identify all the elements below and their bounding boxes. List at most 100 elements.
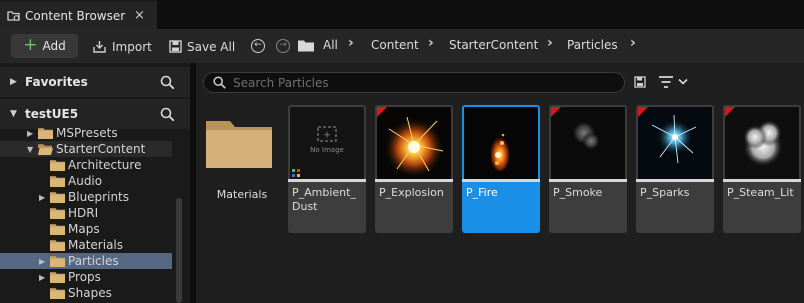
search-icon	[213, 76, 226, 89]
folder-icon	[50, 287, 65, 299]
marker-icon	[725, 107, 735, 117]
folder-icon	[50, 175, 65, 187]
breadcrumb-content[interactable]: Content	[371, 38, 419, 52]
tree-item-label: StarterContent	[56, 142, 146, 156]
tree-item[interactable]: ▶ MSPresets	[0, 125, 172, 141]
tree-scrollbar[interactable]	[176, 198, 182, 303]
asset-tile[interactable]: P_Explosion	[375, 105, 453, 233]
folder-icon	[50, 239, 65, 251]
tree-item[interactable]: Architecture	[0, 157, 172, 173]
tree-item[interactable]: Maps	[0, 221, 172, 237]
tree-item[interactable]: HDRI	[0, 205, 172, 221]
import-button[interactable]: Import	[92, 38, 152, 55]
asset-label: P_Ambient_ Dust	[292, 186, 356, 213]
chevron-right-icon[interactable]: ›	[630, 35, 636, 51]
expand-arrow-icon[interactable]: ▶	[39, 273, 45, 282]
folder-icon	[38, 127, 53, 139]
asset-label: P_Smoke	[553, 186, 603, 199]
content-browser-icon	[7, 11, 20, 21]
asset-label: P_Steam_Lit	[727, 186, 794, 199]
expand-arrow-icon[interactable]: ▶	[39, 193, 45, 202]
add-label: Add	[42, 39, 66, 53]
breadcrumb-all[interactable]: All	[323, 38, 338, 52]
chevron-right-icon[interactable]: ›	[348, 35, 354, 51]
folder-icon	[50, 159, 65, 171]
search-icon[interactable]	[160, 75, 175, 90]
asset-type-bar	[636, 179, 714, 182]
tab-content-browser[interactable]: Content Browser ×	[0, 0, 157, 29]
asset-type-bar	[462, 179, 540, 182]
add-button[interactable]: + Add	[11, 34, 78, 58]
folder-tree: ▶ MSPresets ▼ StarterContent Architecture Aud…	[0, 125, 190, 303]
breadcrumb-startercontent[interactable]: StarterContent	[449, 38, 538, 52]
chevron-down-icon[interactable]	[678, 78, 688, 86]
favorites-header[interactable]: ▶ Favorites	[0, 67, 190, 97]
back-icon[interactable]: ←	[251, 39, 265, 53]
folder-icon	[206, 121, 272, 168]
tree-item[interactable]: ▶ Particles	[0, 253, 172, 269]
tree-item-label: MSPresets	[56, 126, 118, 140]
search-placeholder: Search Particles	[233, 75, 329, 90]
tree-item[interactable]: Audio	[0, 173, 172, 189]
tree-item[interactable]: Shapes	[0, 285, 172, 301]
folder-icon	[38, 143, 53, 155]
content-browser-window: Content Browser × + Add Import Save All …	[0, 0, 804, 303]
tree-item[interactable]: ▼ StarterContent	[0, 141, 172, 157]
tree-item-label: Blueprints	[68, 190, 130, 204]
forward-icon[interactable]: →	[276, 39, 290, 53]
marker-icon	[377, 107, 387, 117]
save-all-button[interactable]: Save All	[169, 38, 235, 55]
expand-arrow-icon[interactable]: ▶	[10, 77, 20, 87]
asset-thumbnail	[551, 107, 625, 179]
asset-tile[interactable]: P_Sparks	[636, 105, 714, 233]
toolbar: + Add Import Save All ← → All › Content …	[0, 29, 804, 63]
asset-tile[interactable]: P_Fire	[462, 105, 540, 233]
tree-item-label: Materials	[68, 238, 124, 252]
save-search-icon[interactable]	[634, 76, 646, 88]
project-label: testUE5	[25, 107, 79, 121]
tree-item[interactable]: ▶ Blueprints	[0, 189, 172, 205]
asset-label: P_Sparks	[640, 186, 690, 199]
collapse-arrow-icon[interactable]: ▼	[27, 145, 33, 154]
asset-thumbnail	[638, 107, 712, 179]
asset-folder-tile[interactable]: Materials	[202, 105, 282, 233]
asset-thumbnail	[725, 107, 799, 179]
tree-item-label: Shapes	[68, 286, 112, 300]
tree-item-label: Architecture	[68, 158, 142, 172]
tree-item[interactable]: ▶ Props	[0, 269, 172, 285]
expand-arrow-icon[interactable]: ▶	[39, 257, 45, 266]
tree-item[interactable]: Materials	[0, 237, 172, 253]
asset-thumbnail	[377, 107, 451, 179]
asset-thumbnail: + No Image	[290, 107, 364, 179]
tab-title: Content Browser	[25, 8, 126, 23]
chevron-right-icon[interactable]: ›	[428, 35, 434, 51]
close-icon[interactable]: ×	[134, 8, 145, 23]
save-all-label: Save All	[187, 39, 236, 54]
svg-text:+: +	[323, 131, 331, 141]
search-bar[interactable]: Search Particles	[203, 72, 625, 93]
tree-item-label: Props	[68, 270, 101, 284]
asset-label: Materials	[216, 188, 268, 201]
search-icon[interactable]	[160, 107, 175, 122]
tree-item-label: HDRI	[68, 206, 99, 220]
asset-type-bar	[549, 179, 627, 182]
folder-icon	[50, 223, 65, 235]
filter-icon[interactable]	[658, 75, 674, 89]
asset-tile[interactable]: + No Image P_Ambient_ Dust	[288, 105, 366, 233]
tree-item-label: Audio	[68, 174, 103, 188]
tree-item-label: Maps	[68, 222, 100, 236]
folder-icon	[50, 255, 65, 267]
folder-icon	[50, 191, 65, 203]
asset-tile[interactable]: P_Steam_Lit	[723, 105, 801, 233]
collapse-arrow-icon[interactable]: ▼	[10, 109, 20, 119]
asset-type-bar	[288, 179, 366, 182]
chevron-right-icon[interactable]: ›	[547, 35, 553, 51]
expand-arrow-icon[interactable]: ▶	[27, 129, 33, 138]
asset-label: P_Explosion	[379, 186, 444, 199]
asset-thumbnail	[464, 107, 538, 179]
breadcrumb-particles[interactable]: Particles	[567, 38, 618, 52]
folder-icon	[50, 207, 65, 219]
folder-icon	[298, 40, 314, 52]
asset-type-bar	[375, 179, 453, 182]
asset-tile[interactable]: P_Smoke	[549, 105, 627, 233]
